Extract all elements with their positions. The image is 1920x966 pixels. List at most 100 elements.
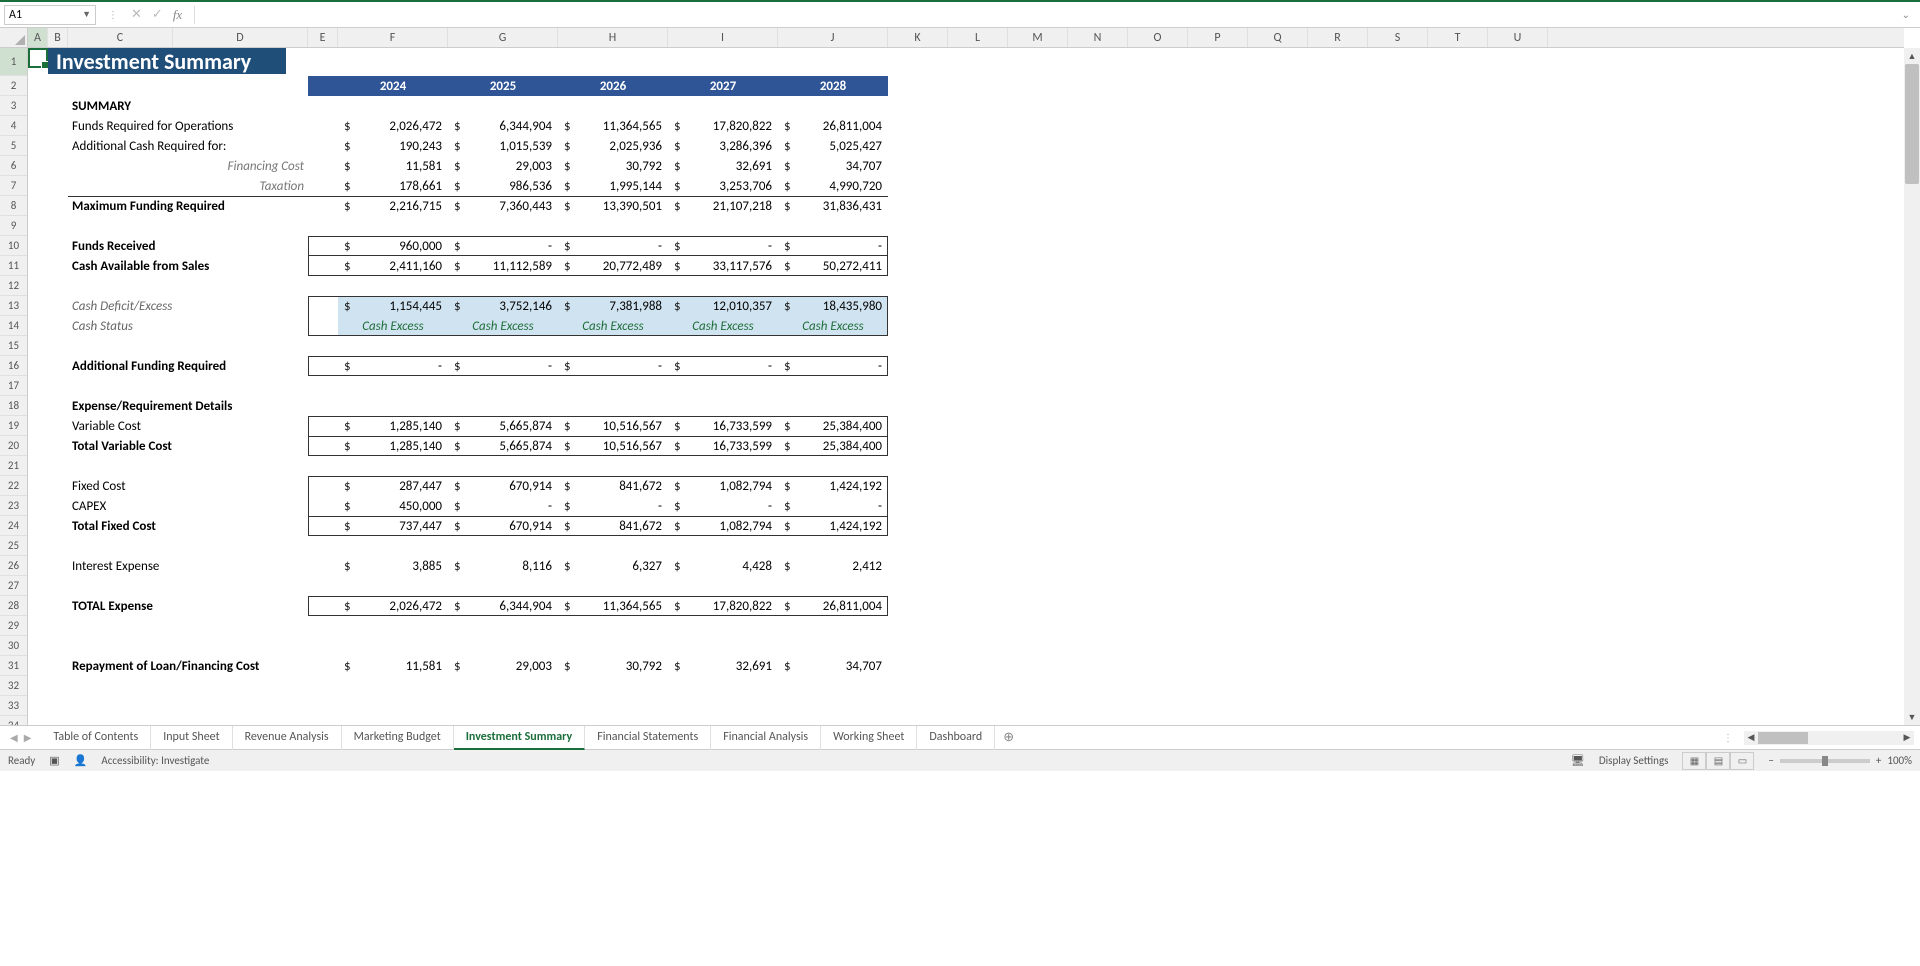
cell-tot-var-2024[interactable]: $1,285,140 (338, 436, 448, 456)
cell-max-funding-2028[interactable]: $31,836,431 (778, 196, 888, 216)
cell-tot-exp-2024[interactable]: $2,026,472 (338, 596, 448, 616)
cell-capex-2026[interactable]: $- (558, 496, 668, 516)
formula-input[interactable] (194, 6, 1889, 24)
scroll-left-icon[interactable]: ◀ (1744, 732, 1758, 743)
cell-fixed-cost-2024[interactable]: $287,447 (338, 476, 448, 496)
cell-tot-fixed-2025[interactable]: $670,914 (448, 516, 558, 536)
cell-var-cost-2026[interactable]: $10,516,567 (558, 416, 668, 436)
view-normal-icon[interactable]: ▦ (1682, 752, 1706, 770)
accessibility-icon[interactable]: 👤 (74, 754, 88, 767)
row-header-28[interactable]: 28 (0, 596, 27, 616)
col-header-M[interactable]: M (1008, 28, 1068, 47)
cell-cash-de-2027[interactable]: $12,010,357 (668, 296, 778, 316)
col-header-Q[interactable]: Q (1248, 28, 1308, 47)
cell-tot-fixed-2024[interactable]: $737,447 (338, 516, 448, 536)
label-financing-cost[interactable]: Financing Cost (173, 156, 308, 176)
cell-capex-2028[interactable]: $- (778, 496, 888, 516)
cell-capex-2024[interactable]: $450,000 (338, 496, 448, 516)
row-header-32[interactable]: 32 (0, 676, 27, 696)
cell-repay-2028[interactable]: $34,707 (778, 656, 888, 676)
cell-funds-ops-2025[interactable]: $6,344,904 (448, 116, 558, 136)
formula-expand-icon[interactable]: ⌄ (1896, 8, 1916, 21)
cell-tot-var-2027[interactable]: $16,733,599 (668, 436, 778, 456)
cell-fixed-cost-2027[interactable]: $1,082,794 (668, 476, 778, 496)
cell-var-cost-2025[interactable]: $5,665,874 (448, 416, 558, 436)
scroll-up-icon[interactable]: ▲ (1904, 48, 1920, 64)
view-page-break-icon[interactable]: ▭ (1730, 752, 1754, 770)
label-tot-var[interactable]: Total Variable Cost (68, 436, 308, 456)
col-header-R[interactable]: R (1308, 28, 1368, 47)
display-settings-label[interactable]: Display Settings (1599, 754, 1669, 767)
fx-icon[interactable]: fx (173, 7, 182, 23)
label-add-cash[interactable]: Additional Cash Required for: (68, 136, 308, 156)
view-page-layout-icon[interactable]: ▤ (1706, 752, 1730, 770)
cell-fin-cost-2026[interactable]: $30,792 (558, 156, 668, 176)
cell-taxation-2026[interactable]: $1,995,144 (558, 176, 668, 196)
row-header-3[interactable]: 3 (0, 96, 27, 116)
cell-tot-exp-2027[interactable]: $17,820,822 (668, 596, 778, 616)
col-header-D[interactable]: D (173, 28, 308, 47)
cell-cash-sales-2026[interactable]: $20,772,489 (558, 256, 668, 276)
cell-tot-fixed-2028[interactable]: $1,424,192 (778, 516, 888, 536)
cell-tot-var-2025[interactable]: $5,665,874 (448, 436, 558, 456)
scroll-right-icon[interactable]: ▶ (1900, 732, 1914, 743)
col-header-O[interactable]: O (1128, 28, 1188, 47)
label-tot-exp[interactable]: TOTAL Expense (68, 596, 308, 616)
tab-nav-arrows[interactable]: ◀ ▶ (0, 731, 41, 744)
row-header-29[interactable]: 29 (0, 616, 27, 636)
col-header-U[interactable]: U (1488, 28, 1548, 47)
cell-add-cash-2024[interactable]: $190,243 (338, 136, 448, 156)
tab-working-sheet[interactable]: Working Sheet (821, 726, 917, 750)
row-header-23[interactable]: 23 (0, 496, 27, 516)
row-header-15[interactable]: 15 (0, 336, 27, 356)
cell-var-cost-2028[interactable]: $25,384,400 (778, 416, 888, 436)
col-header-F[interactable]: F (338, 28, 448, 47)
row-headers[interactable]: 1234567891011121314151617181920212223242… (0, 48, 28, 725)
col-header-A[interactable]: A (28, 28, 48, 47)
tab-nav-prev-icon[interactable]: ◀ (10, 731, 18, 744)
year-header-2025[interactable]: 2025 (448, 76, 558, 96)
row-header-17[interactable]: 17 (0, 376, 27, 396)
zoom-slider[interactable] (1780, 759, 1870, 763)
col-header-B[interactable]: B (48, 28, 68, 47)
label-max-funding[interactable]: Maximum Funding Required (68, 196, 308, 216)
cell-tot-var-2026[interactable]: $10,516,567 (558, 436, 668, 456)
year-header-stub[interactable] (308, 76, 338, 96)
cell-taxation-2025[interactable]: $986,536 (448, 176, 558, 196)
macro-record-icon[interactable]: ▣ (49, 754, 59, 767)
tab-financial-statements[interactable]: Financial Statements (585, 726, 711, 750)
cell-var-cost-2024[interactable]: $1,285,140 (338, 416, 448, 436)
cell-cash-de-2025[interactable]: $3,752,146 (448, 296, 558, 316)
cell-int-exp-2027[interactable]: $4,428 (668, 556, 778, 576)
row-header-22[interactable]: 22 (0, 476, 27, 496)
label-add-funding[interactable]: Additional Funding Required (68, 356, 308, 376)
cell-fin-cost-2025[interactable]: $29,003 (448, 156, 558, 176)
display-settings-icon[interactable]: 🖥 (1571, 754, 1585, 767)
cell-add-cash-2025[interactable]: $1,015,539 (448, 136, 558, 156)
row-header-24[interactable]: 24 (0, 516, 27, 536)
cell-int-exp-2028[interactable]: $2,412 (778, 556, 888, 576)
label-taxation[interactable]: Taxation (173, 176, 308, 196)
cell-capex-2025[interactable]: $- (448, 496, 558, 516)
col-header-L[interactable]: L (948, 28, 1008, 47)
zoom-in-button[interactable]: + (1876, 754, 1881, 767)
cell-taxation-2028[interactable]: $4,990,720 (778, 176, 888, 196)
row-header-34[interactable]: 34 (0, 716, 27, 725)
cell-add-funding-2025[interactable]: $- (448, 356, 558, 376)
label-cash-de[interactable]: Cash Deficit/Excess (68, 296, 308, 316)
row-header-10[interactable]: 10 (0, 236, 27, 256)
row-header-6[interactable]: 6 (0, 156, 27, 176)
cell-cash-de-2028[interactable]: $18,435,980 (778, 296, 888, 316)
year-header-2024[interactable]: 2024 (338, 76, 448, 96)
cell-int-exp-2024[interactable]: $3,885 (338, 556, 448, 576)
tab-investment-summary[interactable]: Investment Summary (454, 726, 585, 750)
row-header-27[interactable]: 27 (0, 576, 27, 596)
label-exp-details[interactable]: Expense/Requirement Details (68, 396, 308, 416)
row-header-33[interactable]: 33 (0, 696, 27, 716)
cell-taxation-2027[interactable]: $3,253,706 (668, 176, 778, 196)
row-header-8[interactable]: 8 (0, 196, 27, 216)
column-headers[interactable]: ABCDEFGHIJKLMNOPQRSTU (28, 28, 1904, 48)
cell-fixed-cost-2025[interactable]: $670,914 (448, 476, 558, 496)
cell-cash-sales-2024[interactable]: $2,411,160 (338, 256, 448, 276)
tab-marketing-budget[interactable]: Marketing Budget (342, 726, 454, 750)
